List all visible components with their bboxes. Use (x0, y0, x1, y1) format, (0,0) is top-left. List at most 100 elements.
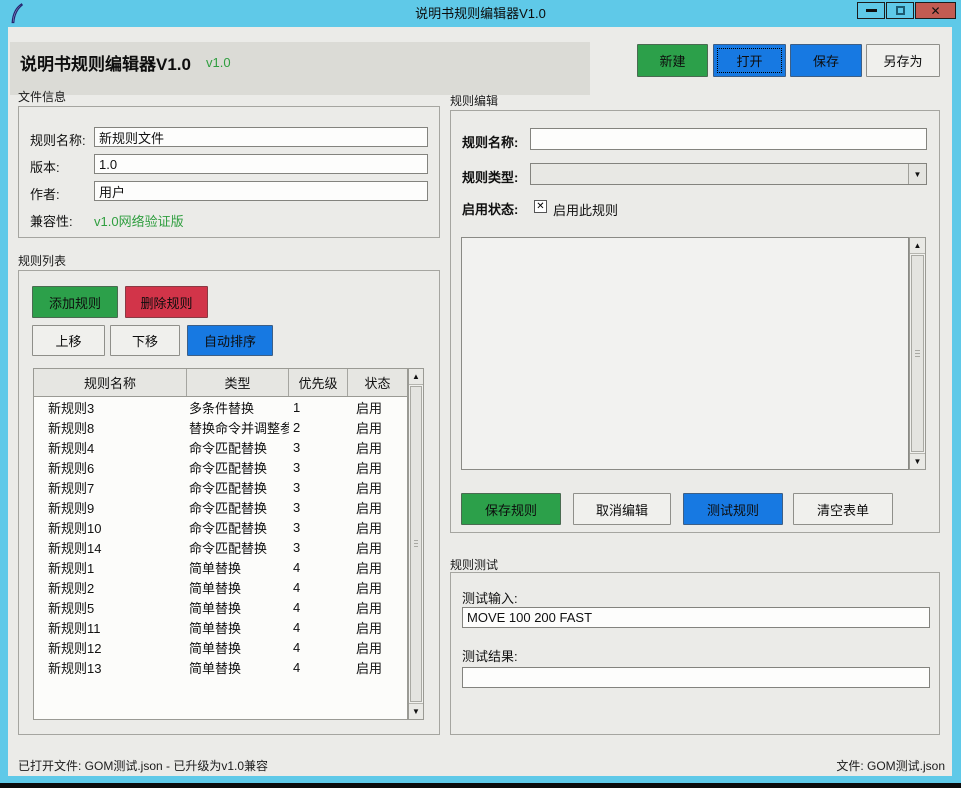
test-result-field[interactable] (462, 667, 930, 688)
table-row[interactable]: 新规则14 命令匹配替换 3 启用 (34, 537, 407, 557)
scroll-up-icon[interactable]: ▲ (910, 238, 925, 254)
scrollbar-thumb[interactable] (911, 255, 924, 452)
cell-priority: 3 (289, 480, 348, 495)
cell-type: 命令匹配替换 (187, 518, 289, 537)
version-input[interactable] (94, 154, 428, 174)
chevron-down-icon[interactable]: ▼ (908, 164, 926, 184)
maximize-icon (896, 6, 905, 15)
cell-type: 简单替换 (187, 638, 289, 657)
scroll-down-icon[interactable]: ▼ (409, 703, 423, 719)
cell-status: 启用 (348, 478, 407, 497)
clear-form-button[interactable]: 清空表单 (793, 493, 893, 525)
cell-status: 启用 (348, 598, 407, 617)
table-row[interactable]: 新规则5 简单替换 4 启用 (34, 597, 407, 617)
enable-checkbox-label: 启用此规则 (553, 200, 618, 219)
maximize-button[interactable] (886, 2, 914, 19)
cell-rule-name: 新规则7 (34, 478, 187, 497)
table-row[interactable]: 新规则4 命令匹配替换 3 启用 (34, 437, 407, 457)
table-row[interactable]: 新规则3 多条件替换 1 启用 (34, 397, 407, 417)
cell-status: 启用 (348, 398, 407, 417)
scrollbar-thumb[interactable] (410, 386, 422, 702)
header-priority[interactable]: 优先级 (289, 369, 348, 396)
header-rule-name[interactable]: 规则名称 (34, 369, 187, 396)
table-row[interactable]: 新规则8 替换命令并调整参 2 启用 (34, 417, 407, 437)
table-row[interactable]: 新规则12 简单替换 4 启用 (34, 637, 407, 657)
cell-type: 替换命令并调整参 (187, 418, 289, 437)
cell-rule-name: 新规则3 (34, 398, 187, 417)
cell-type: 多条件替换 (187, 398, 289, 417)
table-row[interactable]: 新规则9 命令匹配替换 3 启用 (34, 497, 407, 517)
cell-rule-name: 新规则10 (34, 518, 187, 537)
titlebar: 说明书规则编辑器V1.0 ✕ (0, 0, 961, 27)
table-row[interactable]: 新规则13 简单替换 4 启用 (34, 657, 407, 677)
table-row[interactable]: 新规则2 简单替换 4 启用 (34, 577, 407, 597)
add-rule-button[interactable]: 添加规则 (32, 286, 118, 318)
test-result-label: 测试结果: (462, 646, 518, 665)
version-label: 版本: (30, 157, 60, 176)
app-window: 说明书规则编辑器V1.0 ✕ 说明书规则编辑器V1.0 v1.0 新建 打开 保… (0, 0, 961, 788)
cell-status: 启用 (348, 538, 407, 557)
cell-type: 简单替换 (187, 618, 289, 637)
cell-priority: 2 (289, 420, 348, 435)
cell-priority: 4 (289, 620, 348, 635)
delete-rule-button[interactable]: 删除规则 (125, 286, 208, 318)
move-up-button[interactable]: 上移 (32, 325, 105, 356)
rules-table-body: 新规则3 多条件替换 1 启用 新规则8 替换命令并调整参 2 启用 新规则4 … (34, 397, 407, 677)
table-row[interactable]: 新规则1 简单替换 4 启用 (34, 557, 407, 577)
edit-rule-name-input[interactable] (530, 128, 927, 150)
scroll-up-icon[interactable]: ▲ (409, 369, 423, 385)
cell-rule-name: 新规则9 (34, 498, 187, 517)
new-button[interactable]: 新建 (637, 44, 708, 77)
test-input-field[interactable] (462, 607, 930, 628)
cell-rule-name: 新规则12 (34, 638, 187, 657)
save-as-button[interactable]: 另存为 (866, 44, 940, 77)
scroll-down-icon[interactable]: ▼ (910, 453, 925, 469)
cell-rule-name: 新规则4 (34, 438, 187, 457)
cancel-edit-button[interactable]: 取消编辑 (573, 493, 671, 525)
cell-status: 启用 (348, 578, 407, 597)
minimize-button[interactable] (857, 2, 885, 19)
table-row[interactable]: 新规则11 简单替换 4 启用 (34, 617, 407, 637)
cell-type: 命令匹配替换 (187, 438, 289, 457)
rule-file-name-input[interactable] (94, 127, 428, 147)
cell-type: 简单替换 (187, 658, 289, 677)
cell-priority: 1 (289, 400, 348, 415)
cell-priority: 4 (289, 600, 348, 615)
save-rule-button[interactable]: 保存规则 (461, 493, 561, 525)
author-label: 作者: (30, 184, 60, 203)
edit-rule-name-label: 规则名称: (462, 132, 518, 151)
rule-test-groupbox (450, 572, 940, 735)
rule-content-textarea[interactable] (461, 237, 909, 470)
test-rule-button[interactable]: 测试规则 (683, 493, 783, 525)
cell-priority: 3 (289, 460, 348, 475)
cell-status: 启用 (348, 438, 407, 457)
cell-status: 启用 (348, 558, 407, 577)
textarea-scrollbar[interactable]: ▲ ▼ (909, 237, 926, 470)
rule-file-name-label: 规则名称: (30, 130, 86, 149)
cell-type: 命令匹配替换 (187, 538, 289, 557)
table-row[interactable]: 新规则10 命令匹配替换 3 启用 (34, 517, 407, 537)
header-status[interactable]: 状态 (348, 369, 407, 396)
screen-edge (0, 783, 961, 788)
rule-type-label: 规则类型: (462, 167, 518, 186)
save-button[interactable]: 保存 (790, 44, 862, 77)
auto-sort-button[interactable]: 自动排序 (187, 325, 273, 356)
status-bar-right: 文件: GOM测试.json (836, 757, 945, 774)
cell-status: 启用 (348, 418, 407, 437)
cell-priority: 4 (289, 640, 348, 655)
open-button[interactable]: 打开 (713, 44, 786, 77)
table-row[interactable]: 新规则7 命令匹配替换 3 启用 (34, 477, 407, 497)
header-type[interactable]: 类型 (187, 369, 289, 396)
cell-rule-name: 新规则1 (34, 558, 187, 577)
move-down-button[interactable]: 下移 (110, 325, 180, 356)
rules-list-section-title: 规则列表 (18, 252, 66, 269)
table-row[interactable]: 新规则6 命令匹配替换 3 启用 (34, 457, 407, 477)
cell-rule-name: 新规则2 (34, 578, 187, 597)
rules-table-scrollbar[interactable]: ▲ ▼ (408, 368, 424, 720)
close-button[interactable]: ✕ (915, 2, 956, 19)
cell-rule-name: 新规则8 (34, 418, 187, 437)
rule-type-combobox[interactable]: ▼ (530, 163, 927, 185)
cell-priority: 4 (289, 560, 348, 575)
enable-checkbox[interactable]: ✕ (534, 200, 547, 213)
author-input[interactable] (94, 181, 428, 201)
